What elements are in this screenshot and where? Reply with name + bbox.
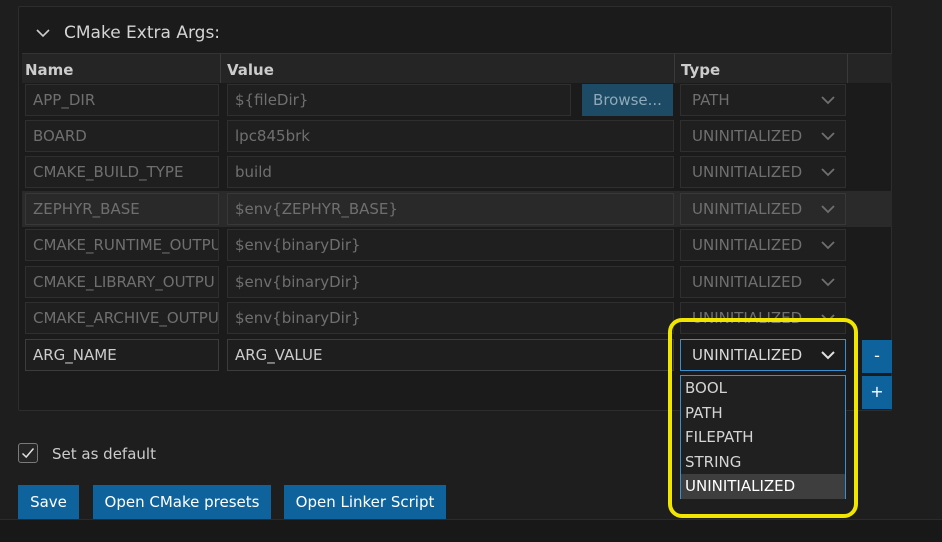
- chevron-down-icon[interactable]: [35, 25, 51, 41]
- arg-name-input[interactable]: ARG_NAME: [25, 339, 219, 371]
- browse-button[interactable]: Browse...: [582, 84, 673, 116]
- column-header-value: Value: [221, 54, 675, 83]
- chevron-down-icon: [821, 241, 835, 250]
- annotation-highlight: [668, 318, 858, 518]
- arg-value-input[interactable]: lpc845brk: [227, 120, 674, 152]
- type-select[interactable]: UNINITIALIZED: [680, 266, 846, 298]
- checkmark-icon: [21, 448, 35, 459]
- type-select[interactable]: UNINITIALIZED: [680, 229, 846, 261]
- arg-value-input[interactable]: $env{ZEPHYR_BASE}: [227, 193, 674, 225]
- add-row-button[interactable]: +: [862, 376, 892, 409]
- column-header-type: Type: [675, 54, 848, 83]
- section-title: CMake Extra Args:: [64, 23, 221, 43]
- arg-name-input[interactable]: CMAKE_LIBRARY_OUTPU: [25, 266, 219, 298]
- table-row: ZEPHYR_BASE $env{ZEPHYR_BASE} UNINITIALI…: [22, 191, 892, 227]
- table-row: CMAKE_LIBRARY_OUTPU $env{binaryDir} UNIN…: [22, 264, 892, 300]
- type-select[interactable]: PATH: [680, 84, 846, 116]
- type-select-value: UNINITIALIZED: [692, 273, 803, 291]
- chevron-down-icon: [821, 278, 835, 287]
- arg-name-input[interactable]: CMAKE_RUNTIME_OUTPU: [25, 229, 219, 261]
- column-header-name: Name: [22, 54, 221, 83]
- type-select-value: PATH: [692, 91, 730, 109]
- set-default-checkbox[interactable]: [18, 443, 38, 463]
- arg-name-input[interactable]: CMAKE_BUILD_TYPE: [25, 156, 219, 188]
- arg-value-input[interactable]: $env{binaryDir}: [227, 266, 674, 298]
- open-cmake-presets-button[interactable]: Open CMake presets: [93, 485, 271, 519]
- arg-name-input[interactable]: ZEPHYR_BASE: [25, 193, 219, 225]
- open-linker-script-button[interactable]: Open Linker Script: [284, 485, 446, 519]
- type-select[interactable]: UNINITIALIZED: [680, 193, 846, 225]
- arg-name-input[interactable]: BOARD: [25, 120, 219, 152]
- table-row: APP_DIR ${fileDir} Browse... PATH: [22, 82, 892, 118]
- table-row: BOARD lpc845brk UNINITIALIZED: [22, 118, 892, 154]
- chevron-down-icon: [821, 132, 835, 141]
- arg-value-input[interactable]: ARG_VALUE: [227, 339, 674, 371]
- chevron-down-icon: [821, 96, 835, 105]
- type-select[interactable]: UNINITIALIZED: [680, 156, 846, 188]
- status-bar: [0, 519, 942, 542]
- arg-value-input[interactable]: build: [227, 156, 674, 188]
- table-row: CMAKE_RUNTIME_OUTPU $env{binaryDir} UNIN…: [22, 227, 892, 263]
- table-header: Name Value Type: [22, 53, 892, 83]
- arg-name-input[interactable]: CMAKE_ARCHIVE_OUTPU: [25, 302, 219, 334]
- chevron-down-icon: [821, 205, 835, 214]
- table-row: CMAKE_BUILD_TYPE build UNINITIALIZED: [22, 154, 892, 190]
- set-default-label: Set as default: [52, 445, 156, 463]
- chevron-down-icon: [821, 168, 835, 177]
- type-select-value: UNINITIALIZED: [692, 200, 803, 218]
- type-select-value: UNINITIALIZED: [692, 163, 803, 181]
- type-select-value: UNINITIALIZED: [692, 127, 803, 145]
- type-select[interactable]: UNINITIALIZED: [680, 120, 846, 152]
- arg-value-input[interactable]: $env{binaryDir}: [227, 229, 674, 261]
- arg-value-input[interactable]: ${fileDir}: [227, 84, 571, 116]
- save-button[interactable]: Save: [18, 485, 79, 519]
- remove-row-button[interactable]: -: [862, 340, 892, 373]
- section-header[interactable]: CMake Extra Args:: [35, 21, 220, 45]
- arg-value-input[interactable]: $env{binaryDir}: [227, 302, 674, 334]
- arg-name-input[interactable]: APP_DIR: [25, 84, 219, 116]
- type-select-value: UNINITIALIZED: [692, 236, 803, 254]
